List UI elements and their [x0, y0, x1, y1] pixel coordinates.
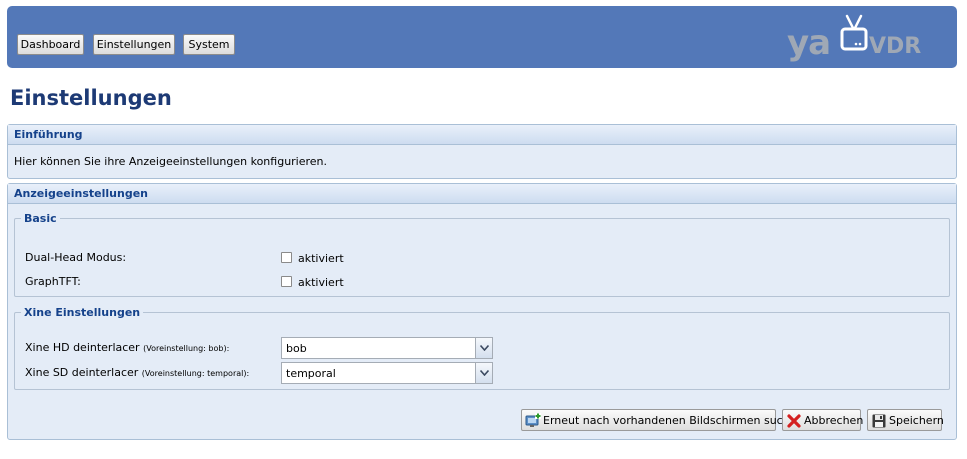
yavdr-logo: ya VDR [787, 14, 937, 64]
dual-head-label: Dual-Head Modus: [25, 251, 127, 264]
dual-head-checkbox[interactable] [281, 252, 292, 263]
xine-hd-label: Xine HD deinterlacer (Voreinstellung: bo… [25, 341, 229, 354]
xine-legend: Xine Einstellungen [24, 306, 141, 319]
xine-sd-select[interactable]: temporal [281, 362, 493, 384]
nav-einstellungen-button[interactable]: Einstellungen [93, 34, 175, 55]
rescan-screens-label: Erneut nach vorhandenen Bildschirmen suc… [543, 414, 804, 427]
xine-hd-select[interactable]: bob [281, 337, 493, 359]
xine-hd-select-value: bob [286, 342, 307, 355]
save-label: Speichern [889, 414, 944, 427]
tv-icon [840, 14, 868, 51]
monitor-add-icon [525, 413, 541, 427]
cancel-button[interactable]: Abbrechen [782, 409, 864, 431]
xine-sd-select-trigger[interactable] [475, 363, 492, 383]
xine-sd-select-value: temporal [286, 367, 336, 380]
basic-legend: Basic [24, 212, 57, 225]
intro-panel-title: Einführung [8, 125, 956, 145]
intro-text: Hier können Sie ihre Anzeigeeinstellunge… [14, 155, 328, 168]
floppy-disk-icon [872, 414, 886, 428]
xine-sd-label: Xine SD deinterlacer (Voreinstellung: te… [25, 366, 249, 379]
cancel-icon [787, 414, 801, 428]
intro-panel: Einführung Hier können Sie ihre Anzeigee… [7, 124, 957, 179]
basic-fieldset: Basic Dual-Head Modus: aktiviert GraphTF… [14, 212, 950, 297]
xine-fieldset: Xine Einstellungen Xine HD deinterlacer … [14, 306, 950, 390]
xine-sd-label-text: Xine SD deinterlacer [25, 366, 139, 379]
logo-ya-text: ya [787, 23, 831, 63]
graphtft-checkbox-label[interactable]: aktiviert [298, 276, 344, 289]
display-settings-title: Anzeigeeinstellungen [8, 184, 956, 204]
nav-dashboard-button[interactable]: Dashboard [17, 34, 84, 55]
chevron-down-icon [480, 345, 489, 351]
save-button[interactable]: Speichern [867, 409, 944, 431]
chevron-down-icon [480, 370, 489, 376]
display-settings-panel: Anzeigeeinstellungen Basic Dual-Head Mod… [7, 183, 957, 440]
nav-system-button[interactable]: System [183, 34, 235, 55]
xine-hd-select-trigger[interactable] [475, 338, 492, 358]
cancel-label: Abbrechen [804, 414, 864, 427]
rescan-screens-button[interactable]: Erneut nach vorhandenen Bildschirmen suc… [521, 409, 803, 431]
graphtft-label: GraphTFT: [25, 275, 81, 288]
xine-hd-hint: (Voreinstellung: bob): [143, 344, 230, 353]
top-header: Dashboard Einstellungen System ya VDR [7, 6, 957, 68]
logo-vdr-text: VDR [869, 34, 922, 59]
xine-hd-label-text: Xine HD deinterlacer [25, 341, 140, 354]
dual-head-checkbox-label[interactable]: aktiviert [298, 252, 344, 265]
xine-sd-hint: (Voreinstellung: temporal): [141, 369, 250, 378]
graphtft-checkbox[interactable] [281, 276, 292, 287]
page-title: Einstellungen [10, 86, 172, 110]
